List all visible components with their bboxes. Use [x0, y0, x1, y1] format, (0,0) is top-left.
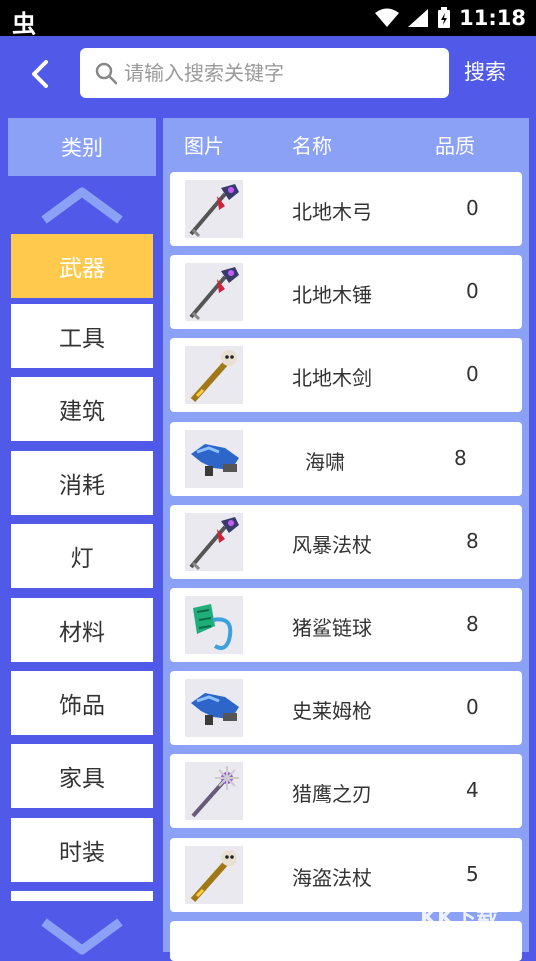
watermark: KK下载 www.kkx.net: [420, 906, 499, 943]
status-bar: 虫 11:18: [0, 0, 536, 38]
item-name: 风暴法杖: [292, 533, 372, 557]
staff-red-icon: [185, 513, 243, 571]
app-notification-icon: 虫: [12, 10, 36, 38]
category-item-materials[interactable]: 材料: [11, 598, 153, 662]
item-name: 海盗法杖: [292, 866, 372, 890]
item-name: 猎鹰之刃: [292, 782, 372, 806]
wifi-icon: [375, 8, 400, 27]
item-quality: 8: [466, 612, 479, 636]
item-quality: 0: [466, 362, 479, 386]
list-item[interactable]: 北地木锤 0: [170, 255, 522, 329]
item-quality: 0: [466, 695, 479, 719]
item-quality: 0: [466, 279, 479, 303]
item-name: 北地木弓: [292, 200, 372, 224]
search-icon: [95, 62, 118, 85]
battery-charging-icon: [438, 7, 451, 28]
scroll-down-arrow-icon[interactable]: [40, 918, 124, 956]
category-item-tools[interactable]: 工具: [11, 304, 153, 368]
category-item-consumables[interactable]: 消耗: [11, 451, 153, 515]
list-header: 图片 名称 品质: [163, 118, 529, 170]
scroll-up-arrow-icon[interactable]: [40, 186, 124, 224]
category-item-vanity[interactable]: 时装: [11, 818, 153, 882]
category-item-building[interactable]: 建筑: [11, 377, 153, 441]
list-item[interactable]: 北地木剑 0: [170, 338, 522, 412]
green-flail-icon: [185, 596, 243, 654]
list-item[interactable]: 海啸 8: [170, 422, 522, 496]
column-image: 图片: [184, 134, 224, 158]
item-quality: 5: [466, 862, 479, 886]
list-item[interactable]: 猪鲨链球 8: [170, 588, 522, 662]
blue-gun-icon: [185, 679, 243, 737]
category-item-lights[interactable]: 灯: [11, 524, 153, 588]
category-sidebar: 类别 武器 工具 建筑 消耗 灯 材料 饰品 家具 时装: [0, 112, 163, 955]
item-name: 史莱姆枪: [292, 699, 372, 723]
blue-gun-icon: [185, 430, 243, 488]
category-item-weapons[interactable]: 武器: [11, 234, 153, 298]
search-button[interactable]: 搜索: [464, 56, 506, 86]
category-item-accessories[interactable]: 饰品: [11, 671, 153, 735]
staff-red-icon: [185, 180, 243, 238]
search-bar[interactable]: [80, 48, 449, 98]
column-name: 名称: [292, 134, 332, 158]
app-header: 搜索: [0, 36, 536, 112]
clock: 11:18: [459, 6, 526, 30]
back-arrow-icon[interactable]: [22, 54, 62, 94]
category-item-partial[interactable]: [11, 891, 153, 901]
item-quality: 4: [466, 778, 479, 802]
search-input[interactable]: [124, 54, 434, 92]
category-item-furniture[interactable]: 家具: [11, 744, 153, 808]
list-item[interactable]: 风暴法杖 8: [170, 505, 522, 579]
column-quality: 品质: [435, 134, 475, 158]
category-header: 类别: [8, 118, 156, 176]
spike-staff-icon: [185, 762, 243, 820]
skull-staff-icon: [185, 346, 243, 404]
item-name: 北地木锤: [292, 283, 372, 307]
item-quality: 8: [466, 529, 479, 553]
item-quality: 8: [454, 446, 467, 470]
item-list-panel: 图片 名称 品质 北地木弓 0 北地木锤 0 北地木剑 0 海啸 8 风暴法杖 8 猪鲨链球 8 史莱姆…: [163, 118, 529, 961]
list-item[interactable]: 史莱姆枪 0: [170, 671, 522, 745]
list-item[interactable]: 北地木弓 0: [170, 172, 522, 246]
item-name: 海啸: [305, 450, 345, 474]
list-item[interactable]: 猎鹰之刃 4: [170, 754, 522, 828]
item-quality: 0: [466, 196, 479, 220]
item-name: 北地木剑: [292, 366, 372, 390]
signal-icon: [408, 9, 429, 27]
item-name: 猪鲨链球: [292, 616, 372, 640]
skull-staff-icon: [185, 846, 243, 904]
staff-red-icon: [185, 263, 243, 321]
